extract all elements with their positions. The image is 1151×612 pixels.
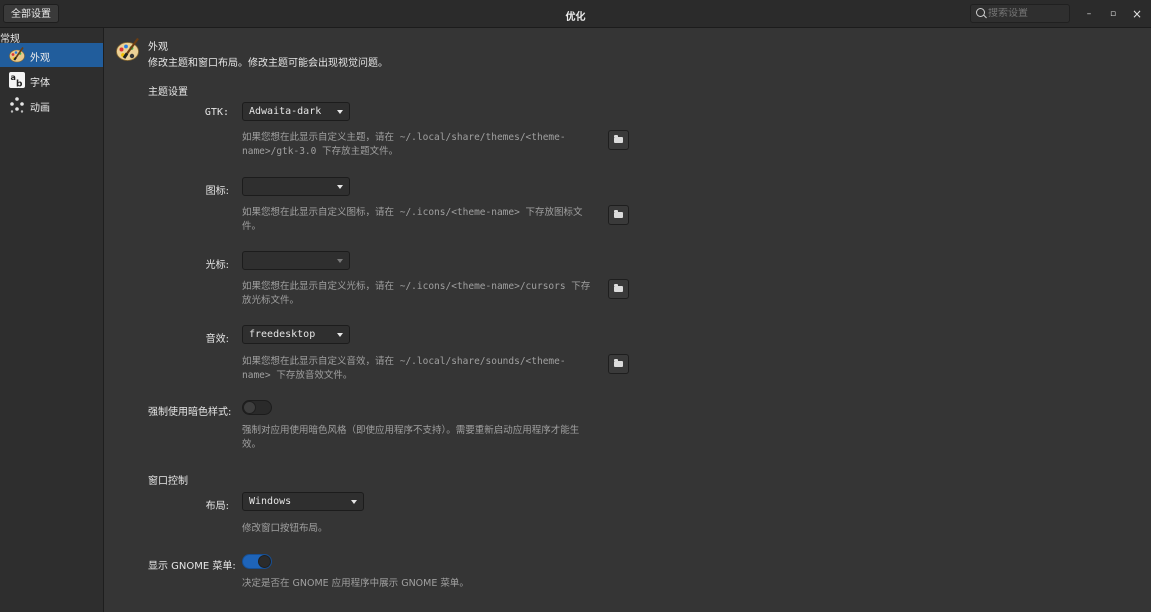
gtk-open-folder-button[interactable] [608,130,629,150]
sound-label: 音效: [205,334,229,345]
hint-line: 件。 [242,221,262,232]
folder-icon [614,135,623,143]
hint-line: 如果您想在此显示自定义光标，请在 ~/.icons/<theme-name>/c… [242,281,591,292]
hint-line: 如果您想在此显示自定义图标，请在 ~/.icons/<theme-name> 下… [242,207,583,218]
search-icon [976,8,985,17]
hint-line: 如果您想在此显示自定义主题，请在 ~/.local/share/themes/<… [242,132,566,143]
hint-line: 效。 [242,439,262,450]
toggle-knob [258,555,271,568]
sound-theme-dropdown[interactable]: freedesktop [242,325,350,344]
hint-line: name>/gtk-3.0 下存放主题文件。 [242,146,399,157]
folder-icon [614,284,623,292]
dark-style-label: 强制使用暗色样式: [148,407,232,418]
appearance-palette-icon [116,37,139,61]
page-subtitle: 修改主题和窗口布局。修改主题可能会出现视觉问题。 [148,58,388,69]
icons-label: 图标: [205,186,229,197]
icons-hint: 如果您想在此显示自定义图标，请在 ~/.icons/<theme-name> 下… [242,206,583,234]
hint-line: 强制对应用使用暗色风格（即使应用程序不支持）。需要重新启动应用程序才能生 [242,425,580,436]
button-layout-value: Windows [249,496,292,507]
gtk-hint: 如果您想在此显示自定义主题，请在 ~/.local/share/themes/<… [242,131,566,159]
hint-line: 如果您想在此显示自定义音效，请在 ~/.local/share/sounds/<… [242,356,566,367]
hint-line: name> 下存放音效文件。 [242,370,353,381]
dark-style-toggle[interactable] [242,400,272,415]
sidebar-item-appearance[interactable]: 外观 [0,43,103,67]
cursor-label: 光标: [205,260,229,271]
search-box[interactable] [970,4,1070,23]
all-settings-button[interactable]: 全部设置 [3,4,59,23]
sound-theme-value: freedesktop [249,329,316,340]
icon-theme-dropdown[interactable] [242,177,350,196]
sidebar-item-label: 外观 [30,53,50,64]
theme-section-heading: 主题设置 [148,87,188,98]
close-button[interactable]: × [1129,6,1145,22]
cursor-open-folder-button[interactable] [608,279,629,299]
sidebar-item-label: 动画 [30,103,50,114]
chevron-down-icon [337,110,343,114]
search-input[interactable] [988,8,1066,19]
maximize-button[interactable]: ▫ [1105,6,1121,22]
cursor-theme-dropdown[interactable] [242,251,350,270]
cursor-hint: 如果您想在此显示自定义光标，请在 ~/.icons/<theme-name>/c… [242,280,590,308]
animation-sparkle-icon [10,97,24,113]
folder-icon [614,210,623,218]
chevron-down-icon [337,185,343,189]
chevron-down-icon [337,333,343,337]
sound-open-folder-button[interactable] [608,354,629,374]
gtk-label: GTK: [204,107,229,118]
gtk-theme-dropdown[interactable]: Adwaita-dark [242,102,350,121]
sidebar-item-label: 字体 [30,78,50,89]
page-title: 外观 [148,42,168,53]
toggle-knob [243,401,256,414]
hint-line: 放光标文件。 [242,295,300,306]
layout-label: 布局: [205,501,229,512]
chevron-down-icon [337,259,343,263]
gtk-theme-value: Adwaita-dark [249,106,322,117]
sound-hint: 如果您想在此显示自定义音效，请在 ~/.local/share/sounds/<… [242,355,566,383]
chevron-down-icon [351,500,357,504]
header-bar: 全部设置 优化 – ▫ × [0,0,1151,28]
icons-open-folder-button[interactable] [608,205,629,225]
font-ab-icon: a b [9,72,25,90]
sidebar: 常规 外观 a b 字体 动画 [0,28,104,612]
minimize-button[interactable]: – [1081,6,1097,22]
button-layout-dropdown[interactable]: Windows [242,492,364,511]
gnome-menu-hint: 决定是否在 GNOME 应用程序中展示 GNOME 菜单。 [242,578,469,589]
appearance-palette-icon [9,47,25,63]
gnome-menu-label: 显示 GNOME 菜单: [148,561,236,572]
layout-hint: 修改窗口按钮布局。 [242,523,328,534]
window-section-heading: 窗口控制 [148,476,188,487]
dark-style-hint: 强制对应用使用暗色风格（即使应用程序不支持）。需要重新启动应用程序才能生 效。 [242,424,579,452]
svg-text:b: b [16,80,23,90]
folder-icon [614,359,623,367]
sidebar-item-animations[interactable]: 动画 [0,93,103,117]
sidebar-item-fonts[interactable]: a b 字体 [0,68,103,92]
gnome-menu-toggle[interactable] [242,554,272,569]
